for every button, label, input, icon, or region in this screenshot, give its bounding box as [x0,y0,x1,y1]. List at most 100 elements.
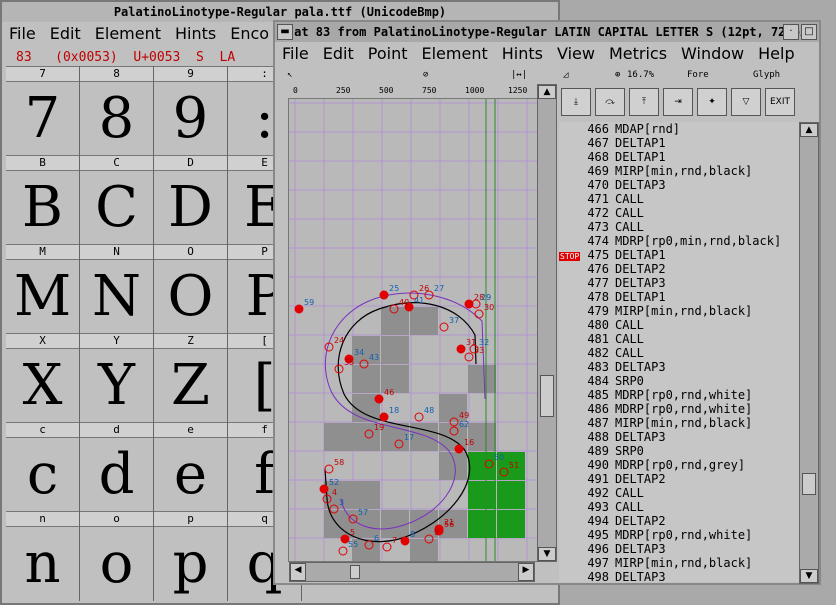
instruction-row[interactable]: 467 DELTAP1 [559,136,799,150]
menu-view[interactable]: View [550,44,602,66]
menu-element[interactable]: Element [88,24,168,48]
glyph-cell[interactable]: MM [6,244,80,334]
watch-points-button[interactable]: ✦ [697,88,727,116]
menu-hints[interactable]: Hints [495,44,550,66]
glyph-cell[interactable]: ee [154,422,228,512]
instruction-row[interactable]: 473 CALL [559,220,799,234]
glyph-cell[interactable]: oo [80,511,154,601]
pointer-tool-icon[interactable]: ↖ [287,70,292,80]
canvas-vertical-scrollbar[interactable]: ▲ ▼ [537,84,557,562]
menu-edit[interactable]: Edit [43,24,88,48]
menu-metrics[interactable]: Metrics [602,44,674,66]
scroll-down-icon[interactable]: ▼ [538,547,556,561]
scroll-thumb[interactable] [540,375,554,417]
instruction-row[interactable]: 487 MIRP[min,rnd,black] [559,416,799,430]
instruction-row[interactable]: 482 CALL [559,346,799,360]
instruction-row[interactable]: 493 CALL [559,500,799,514]
glyph-cell[interactable]: 99 [154,66,228,156]
instruction-row[interactable]: STOP 475 DELTAP1 [559,248,799,262]
instruction-op: MIRP[min,rnd,black] [615,556,753,570]
instruction-row[interactable]: 489 SRP0 [559,444,799,458]
glyph-preview: d [98,442,135,507]
instruction-row[interactable]: 483 DELTAP3 [559,360,799,374]
menu-point[interactable]: Point [361,44,415,66]
glyph-cell[interactable]: ZZ [154,333,228,423]
menu-help[interactable]: Help [751,44,801,66]
instruction-row[interactable]: 496 DELTAP3 [559,542,799,556]
instruction-list[interactable]: 466 MDAP[rnd] 467 DELTAP1 468 DELTAP1 469 MIRP[… [559,122,799,582]
instr-scroll-thumb[interactable] [802,473,816,495]
instruction-row[interactable]: 479 MIRP[min,rnd,black] [559,304,799,318]
exit-debugger-button[interactable]: EXIT [765,88,795,116]
instruction-op: DELTAP3 [615,430,666,444]
continue-button[interactable]: ⇥ [663,88,693,116]
instruction-row[interactable]: 497 MIRP[min,rnd,black] [559,556,799,570]
scroll-up-icon[interactable]: ▲ [538,85,556,99]
step-over-button[interactable]: ⤼ [595,88,625,116]
instruction-row[interactable]: 495 MDRP[rp0,rnd,white] [559,528,799,542]
scroll-right-icon[interactable]: ▶ [518,563,534,581]
glyph-cell[interactable]: DD [154,155,228,245]
instruction-row[interactable]: 476 DELTAP2 [559,262,799,276]
menu-hints[interactable]: Hints [168,24,223,48]
glyph-cell[interactable]: OO [154,244,228,334]
instr-scroll-up-icon[interactable]: ▲ [800,123,818,137]
instruction-row[interactable]: 491 DELTAP2 [559,472,799,486]
menu-file[interactable]: File [275,44,316,66]
menu-encoding[interactable]: Enco [223,24,276,48]
glyph-cell-label: N [80,244,153,260]
instruction-row[interactable]: 490 MDRP[rp0,rnd,grey] [559,458,799,472]
ruler-tool-icon[interactable]: |↔| [511,70,527,80]
step-into-button[interactable]: ⤓ [561,88,591,116]
toggle-breakpoint-button[interactable]: ▽ [731,88,761,116]
instruction-row[interactable]: 498 DELTAP3 [559,570,799,582]
point-number: 50 [494,453,504,462]
canvas-horizontal-scrollbar[interactable]: ◀ ▶ [289,562,535,582]
glyph-cell[interactable]: nn [6,511,80,601]
glyph-cell[interactable]: XX [6,333,80,423]
instruction-row[interactable]: 478 DELTAP1 [559,290,799,304]
instruction-row[interactable]: 485 MDRP[rp0,rnd,white] [559,388,799,402]
outline-point [319,484,329,494]
instruction-row[interactable]: 481 CALL [559,332,799,346]
glyph-cell[interactable]: YY [80,333,154,423]
instruction-row[interactable]: 488 DELTAP3 [559,430,799,444]
window-menu-icon[interactable]: ▬ [277,24,293,40]
instruction-row[interactable]: 471 CALL [559,192,799,206]
hscroll-thumb[interactable] [350,565,360,579]
glyph-cell[interactable]: pp [154,511,228,601]
glyph-outline-svg[interactable]: 25 26 2728293041403731 32333435434648491819… [289,99,539,561]
instruction-row[interactable]: 468 DELTAP1 [559,150,799,164]
glyph-cell[interactable]: BB [6,155,80,245]
knife-tool-icon[interactable]: ⊘ [423,70,428,80]
menu-file[interactable]: File [2,24,43,48]
instruction-scrollbar[interactable]: ▲ ▼ [799,122,819,584]
instr-scroll-down-icon[interactable]: ▼ [800,569,818,583]
instruction-row[interactable]: 494 DELTAP2 [559,514,799,528]
scroll-left-icon[interactable]: ◀ [290,563,306,581]
menu-element[interactable]: Element [415,44,495,66]
glyph-cell[interactable]: dd [80,422,154,512]
glyph-cell[interactable]: cc [6,422,80,512]
menu-window[interactable]: Window [674,44,751,66]
menu-edit[interactable]: Edit [316,44,361,66]
instruction-row[interactable]: 472 CALL [559,206,799,220]
breakpoint-stop-icon[interactable]: STOP [559,252,581,261]
glyph-cell[interactable]: 88 [80,66,154,156]
instruction-row[interactable]: 492 CALL [559,486,799,500]
glyph-canvas[interactable]: 25 26 27 28 29 30 41 40 37 31 32 33 34 35 43 46 48 49 18 19… [288,98,540,562]
glyph-cell[interactable]: NN [80,244,154,334]
instruction-row[interactable]: 470 DELTAP3 [559,178,799,192]
maximize-icon[interactable]: □ [801,24,817,40]
step-out-button[interactable]: ⤒ [629,88,659,116]
instruction-row[interactable]: 477 DELTAP3 [559,276,799,290]
instruction-row[interactable]: 486 MDRP[rp0,rnd,white] [559,402,799,416]
instruction-row[interactable]: 480 CALL [559,318,799,332]
instruction-row[interactable]: 474 MDRP[rp0,min,rnd,black] [559,234,799,248]
instruction-row[interactable]: 469 MIRP[min,rnd,black] [559,164,799,178]
instruction-row[interactable]: 484 SRP0 [559,374,799,388]
minimize-icon[interactable]: · [783,24,799,40]
glyph-cell[interactable]: CC [80,155,154,245]
glyph-cell[interactable]: 77 [6,66,80,156]
instruction-row[interactable]: 466 MDAP[rnd] [559,122,799,136]
